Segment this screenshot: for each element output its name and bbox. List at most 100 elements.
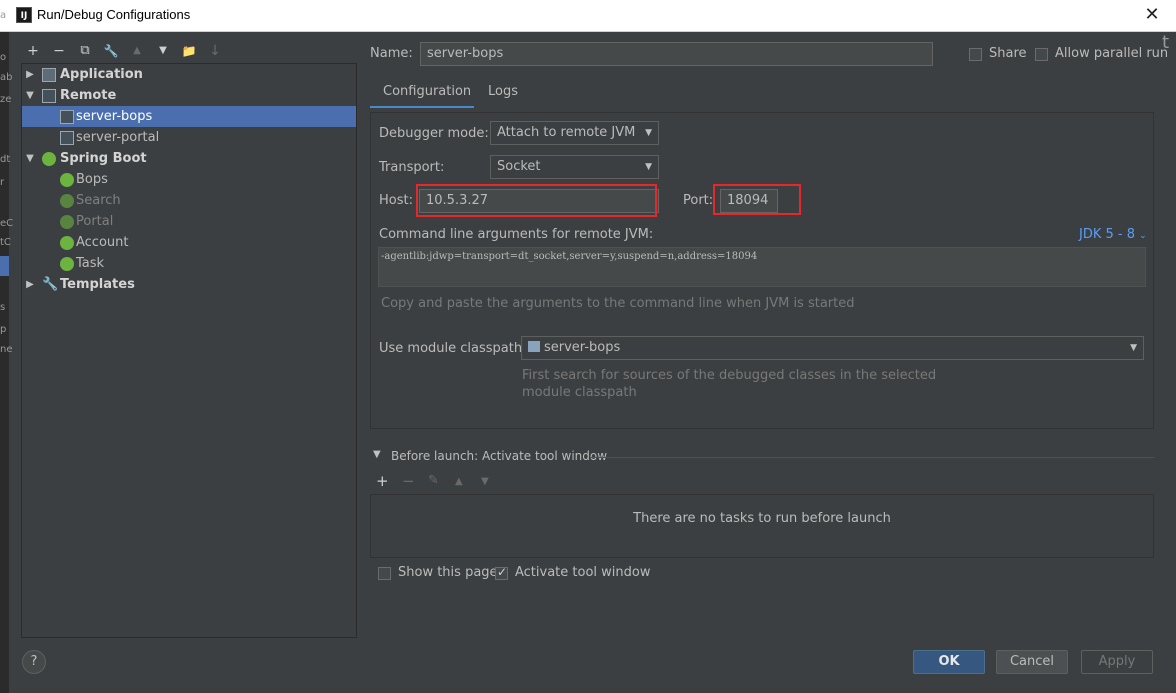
copy-configuration-icon[interactable]: ⧉	[76, 42, 94, 60]
close-window-button[interactable]: ✕	[1140, 4, 1164, 26]
new-folder-icon[interactable]: 📁	[180, 42, 198, 60]
tree-item-server-portal[interactable]: server-portal	[22, 127, 356, 148]
tree-item-application[interactable]: ▶ Application	[22, 64, 356, 85]
remote-icon	[60, 110, 74, 124]
tree-item-server-bops[interactable]: server-bops	[22, 106, 356, 127]
ide-background-strip: a o ab ze dt r eC tC s p ne	[0, 10, 13, 693]
tree-item-label: server-bops	[76, 109, 153, 124]
spring-boot-icon	[60, 194, 74, 208]
ide-strip-char: eC	[0, 218, 14, 229]
debugger-mode-select[interactable]: Attach to remote JVM ▼	[490, 121, 659, 145]
ide-strip-char: ne	[0, 344, 13, 355]
module-classpath-select[interactable]: server-bops ▼	[521, 336, 1144, 360]
move-down-icon[interactable]: ▼	[154, 42, 172, 60]
remote-icon	[42, 89, 56, 103]
module-classpath-label: Use module classpath:	[379, 341, 527, 356]
allow-parallel-run-checkbox[interactable]	[1035, 48, 1048, 61]
ide-strip-char: o	[0, 52, 7, 63]
edit-task-icon[interactable]: ✎	[428, 473, 439, 488]
transport-select[interactable]: Socket ▼	[490, 155, 659, 179]
transport-label: Transport:	[379, 160, 445, 175]
ide-strip-char: p	[0, 324, 7, 335]
port-label: Port:	[683, 193, 714, 208]
command-line-args-textarea[interactable]: -agentlib:jdwp=transport=dt_socket,serve…	[378, 247, 1146, 287]
ide-strip-char: r	[0, 177, 5, 188]
add-configuration-icon[interactable]: +	[24, 42, 42, 60]
module-classpath-value: server-bops	[544, 340, 621, 355]
remove-configuration-icon[interactable]: −	[50, 42, 68, 60]
module-hint-line-1: First search for sources of the debugged…	[522, 368, 937, 383]
ok-button[interactable]: OK	[913, 650, 985, 674]
before-launch-tasks-list[interactable]: There are no tasks to run before launch	[370, 494, 1154, 558]
move-task-up-icon[interactable]: ▲	[455, 476, 463, 487]
show-this-page-checkbox[interactable]	[378, 567, 391, 580]
module-folder-icon	[528, 341, 540, 352]
collapse-arrow-icon[interactable]: ▼	[24, 85, 36, 106]
tree-item-label: server-portal	[76, 130, 160, 145]
spring-boot-icon	[60, 215, 74, 229]
before-launch-title[interactable]: Before launch: Activate tool window	[391, 449, 607, 463]
name-input[interactable]: server-bops	[420, 42, 933, 66]
tree-item-account[interactable]: Account	[22, 232, 356, 253]
collapse-arrow-icon[interactable]: ▼	[24, 148, 36, 169]
module-hint-line-2: module classpath	[522, 385, 637, 400]
tree-item-label: Search	[76, 193, 121, 208]
name-label: Name:	[370, 46, 413, 61]
ide-selection-marker	[0, 256, 9, 276]
ide-strip-char: dt	[0, 154, 11, 165]
activate-tool-window-label: Activate tool window	[515, 565, 651, 580]
tree-item-label: Spring Boot	[60, 151, 147, 166]
move-up-icon[interactable]: ▲	[128, 42, 146, 60]
sort-icon[interactable]: ↓	[206, 42, 224, 60]
transport-value: Socket	[497, 159, 541, 174]
share-checkbox[interactable]	[969, 48, 982, 61]
tab-logs[interactable]: Logs	[488, 84, 518, 99]
allow-parallel-run-label: Allow parallel run	[1055, 46, 1169, 61]
tree-item-task[interactable]: Task	[22, 253, 356, 274]
wrench-icon: 🔧	[42, 277, 59, 292]
expand-arrow-icon[interactable]: ▶	[24, 274, 36, 295]
overflow-text: t	[1162, 32, 1170, 53]
add-task-icon[interactable]: +	[376, 472, 389, 490]
command-line-args-label: Command line arguments for remote JVM:	[379, 227, 654, 242]
tree-item-templates[interactable]: ▶ 🔧 Templates	[22, 274, 356, 295]
expand-arrow-icon[interactable]: ▶	[24, 64, 36, 85]
before-launch-collapse-icon[interactable]: ▼	[373, 449, 381, 460]
spring-boot-icon	[60, 257, 74, 271]
debugger-mode-value: Attach to remote JVM	[497, 125, 636, 140]
apply-button[interactable]: Apply	[1081, 650, 1153, 674]
remote-icon	[60, 131, 74, 145]
spring-boot-icon	[60, 236, 74, 250]
tree-item-label: Remote	[60, 88, 117, 103]
ide-strip-char: ab	[0, 72, 13, 83]
activate-tool-window-checkbox[interactable]	[495, 565, 508, 580]
before-launch-separator	[590, 457, 1154, 458]
ide-strip-char: ze	[0, 94, 12, 105]
move-task-down-icon[interactable]: ▼	[481, 476, 489, 487]
jdk-version-dropdown[interactable]: JDK 5 - 8 ⌄	[1079, 227, 1147, 242]
tree-item-spring-boot[interactable]: ▼ Spring Boot	[22, 148, 356, 169]
tree-item-bops[interactable]: Bops	[22, 169, 356, 190]
cancel-button[interactable]: Cancel	[996, 650, 1068, 674]
title-bar: IJ Run/Debug Configurations ✕	[0, 0, 1176, 32]
tree-item-portal[interactable]: Portal	[22, 211, 356, 232]
host-highlight-box	[416, 184, 657, 217]
tree-item-label: Templates	[60, 277, 135, 292]
tree-item-remote[interactable]: ▼ Remote	[22, 85, 356, 106]
ide-strip-char: tC	[0, 237, 11, 248]
port-highlight-box	[713, 184, 801, 215]
help-button[interactable]: ?	[22, 650, 46, 674]
edit-defaults-wrench-icon[interactable]: 🔧	[102, 42, 120, 60]
tab-configuration[interactable]: Configuration	[383, 84, 471, 99]
remove-task-icon[interactable]: −	[402, 472, 415, 490]
debugger-mode-label: Debugger mode:	[379, 126, 489, 141]
host-label: Host:	[379, 193, 413, 208]
no-tasks-message: There are no tasks to run before launch	[633, 511, 891, 526]
tree-item-label: Portal	[76, 214, 114, 229]
command-line-hint: Copy and paste the arguments to the comm…	[381, 296, 855, 311]
active-tab-indicator	[370, 106, 474, 108]
spring-boot-icon	[60, 173, 74, 187]
tree-item-search[interactable]: Search	[22, 190, 356, 211]
configurations-tree[interactable]: ▶ Application ▼ Remote server-bops serve…	[21, 63, 357, 638]
window-title: Run/Debug Configurations	[37, 7, 191, 22]
